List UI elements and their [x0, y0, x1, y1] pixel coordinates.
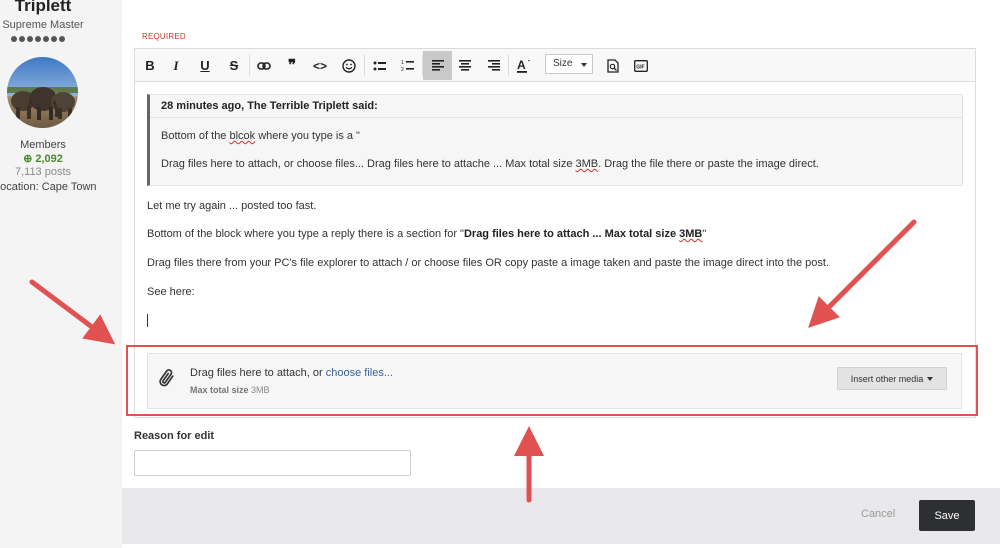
author-name[interactable]: Triplett [0, 0, 86, 16]
avatar[interactable] [7, 57, 78, 128]
quote-line-1: Bottom of the blcok where you type is a … [161, 130, 360, 142]
svg-text:1: 1 [401, 60, 404, 66]
gif-icon[interactable]: GIF [629, 51, 653, 80]
reason-input[interactable] [134, 450, 411, 476]
font-size-select[interactable]: Size [545, 54, 593, 74]
align-left-icon[interactable] [423, 51, 452, 80]
plus-circle-icon: ⊕ [23, 153, 33, 165]
svg-text:GIF: GIF [636, 64, 644, 70]
required-label: REQUIRED [142, 32, 186, 41]
author-group: Members [20, 139, 66, 151]
post-count: 7,113 posts [14, 166, 72, 178]
rank-pips [11, 36, 65, 42]
cancel-button[interactable]: Cancel [861, 508, 895, 520]
svg-text:2: 2 [401, 67, 404, 72]
reason-label: Reason for edit [134, 430, 215, 442]
body-line-2: Bottom of the block where you type a rep… [147, 228, 707, 240]
chevron-down-icon [581, 63, 587, 67]
quote-block: 28 minutes ago, The Terrible Triplett sa… [147, 94, 963, 186]
emoji-icon[interactable] [337, 51, 361, 80]
preview-icon[interactable] [601, 51, 625, 80]
reputation-value: 2,092 [35, 153, 63, 165]
author-rank: Supreme Master [2, 19, 84, 31]
reputation-badge: ⊕ 2,092 [0, 152, 86, 165]
strikethrough-icon[interactable]: S [222, 51, 246, 80]
italic-icon[interactable]: I [164, 51, 188, 80]
annotation-highlight-box [126, 345, 978, 416]
body-line-4: See here: [147, 286, 195, 298]
quote-line-2: Drag files here to attach, or choose fil… [161, 158, 819, 170]
text-cursor [147, 314, 148, 327]
author-location: Location: Cape Town [0, 181, 97, 193]
body-line-3: Drag files there from your PC's file exp… [147, 257, 829, 269]
quote-icon[interactable]: ❞ [280, 51, 304, 80]
bullet-list-icon[interactable] [368, 51, 392, 80]
code-icon[interactable]: <> [308, 51, 332, 80]
underline-icon[interactable]: U [193, 51, 217, 80]
save-button[interactable]: Save [919, 500, 975, 531]
author-panel: Triplett Supreme Master Members ⊕ 2,092 … [0, 0, 122, 548]
text-color-icon[interactable]: A [512, 51, 536, 80]
quote-header: 28 minutes ago, The Terrible Triplett sa… [161, 100, 378, 112]
bold-icon[interactable]: B [138, 51, 162, 80]
align-right-icon[interactable] [482, 51, 506, 80]
editor-toolbar: B I U S ❞ <> 12 A Size GIF [135, 49, 975, 82]
svg-text:A: A [517, 58, 526, 72]
align-center-icon[interactable] [453, 51, 477, 80]
form-footer: Cancel Save [122, 488, 1000, 544]
numbered-list-icon[interactable]: 12 [396, 51, 420, 80]
link-icon[interactable] [252, 51, 276, 80]
body-line-1: Let me try again ... posted too fast. [147, 200, 317, 212]
